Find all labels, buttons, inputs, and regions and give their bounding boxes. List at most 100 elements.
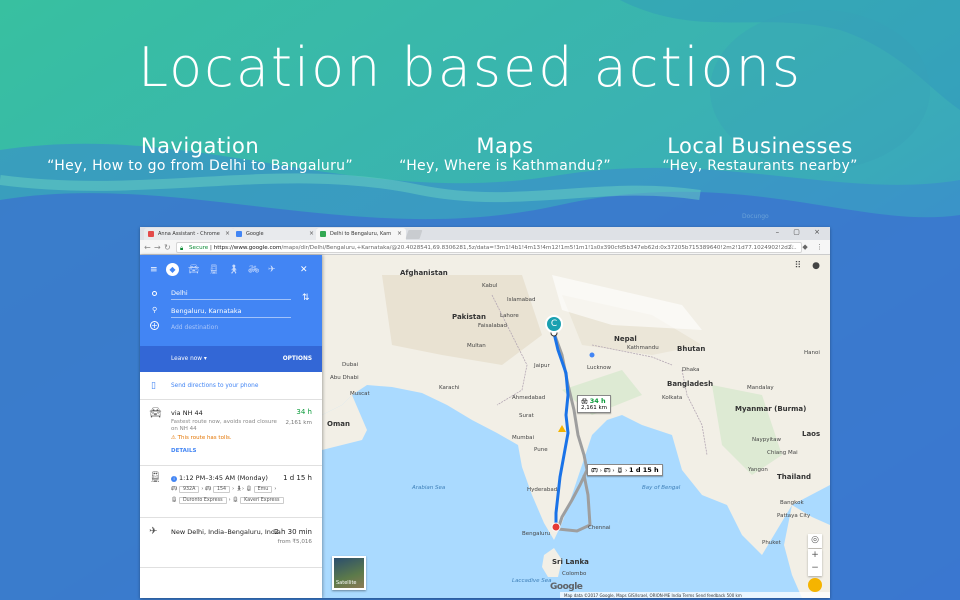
label-city: Multan — [467, 343, 486, 349]
walk-icon[interactable]: 🚶︎ — [228, 265, 239, 275]
new-tab-button[interactable] — [405, 230, 423, 239]
zoom-out-button[interactable]: − — [808, 562, 822, 575]
send-to-phone-link[interactable]: Send directions to your phone — [171, 383, 258, 389]
callout-time: 1 d 15 h — [629, 466, 659, 474]
label-city: Pune — [534, 447, 548, 453]
train-icon: 🚆︎ — [232, 497, 239, 503]
directions-panel: ≡ ◆ 🚘︎ 🚆︎ 🚶︎ 🚲︎ ✈ ✕ Delhi ⚲ Bengaluru, K… — [140, 255, 322, 598]
leave-now-dropdown[interactable]: Leave now ▾ — [171, 356, 207, 362]
add-destination-field[interactable]: Add destination — [171, 324, 218, 331]
label-city: Abu Dhabi — [330, 375, 359, 381]
tab-maps[interactable]: Delhi to Bengaluru, Karn × — [316, 228, 406, 240]
transit-chip: Kaveri Express — [240, 497, 284, 504]
route-note: Fastest route now, avoids road closure o… — [171, 419, 277, 432]
label-afghanistan: Afghanistan — [400, 269, 448, 277]
tab-anna-assistant[interactable]: Anna Assistant - Chrome × — [144, 228, 234, 240]
feature-maps: Maps “Hey, Where is Kathmandu?” — [380, 134, 630, 174]
forward-arrow-icon[interactable]: → — [154, 243, 161, 252]
car-icon[interactable]: 🚘︎ — [188, 265, 199, 275]
tab-bar: Anna Assistant - Chrome × Google × Delhi… — [140, 227, 830, 240]
bus-icon: 🚌︎ — [204, 486, 212, 492]
menu-icon[interactable]: ≡ — [150, 265, 158, 275]
label-myanmar: Myanmar (Burma) — [735, 405, 807, 413]
transit-chip: Duronto Express — [178, 497, 227, 504]
route-name: via NH 44 — [171, 409, 203, 417]
origin-marker[interactable]: C — [545, 315, 563, 333]
map-attribution: Map data ©2017 Google, Maps GIS/Israel, … — [560, 592, 830, 598]
map-toolbar[interactable]: ⠿ ● — [795, 261, 824, 271]
url-path: /maps/dir/Delhi/Bengaluru,+Karnataka/@20… — [281, 245, 797, 251]
route-schedule: 1:12 PM–3:45 AM (Monday) — [179, 474, 268, 482]
bicycle-icon[interactable]: 🚲︎ — [248, 265, 259, 275]
transit-icon[interactable]: 🚆︎ — [208, 265, 219, 275]
route-time: 34 h — [296, 408, 312, 416]
account-icon[interactable]: ● — [812, 261, 824, 271]
label-bhutan: Bhutan — [677, 345, 706, 353]
reload-icon[interactable]: ↻ — [164, 243, 171, 252]
tab-label: Anna Assistant - Chrome — [158, 231, 220, 237]
feature-heading: Local Businesses — [667, 134, 853, 158]
origin-field[interactable]: Delhi — [171, 289, 291, 300]
zoom-in-button[interactable]: + — [808, 549, 822, 562]
label-city: Colombo — [562, 571, 587, 577]
route-train[interactable]: 🚆︎ i 1:12 PM–3:45 AM (Monday) 1 d 15 h 🚌︎… — [140, 466, 322, 518]
route-drive[interactable]: 🚘︎ via NH 44 34 h Fastest route now, avo… — [140, 400, 322, 466]
toolbar-icons[interactable]: ☆ ◆ ⋮ — [788, 243, 826, 251]
close-icon[interactable]: ✕ — [300, 265, 308, 275]
label-pakistan: Pakistan — [452, 313, 486, 321]
satellite-toggle[interactable]: Satellite — [332, 556, 366, 590]
label-city: Naypyitaw — [752, 437, 782, 443]
train-icon: 🚆︎ — [171, 497, 178, 503]
details-link[interactable]: DETAILS — [171, 448, 196, 454]
window-controls[interactable]: – ▢ × — [776, 228, 826, 236]
route-flight[interactable]: ✈ New Delhi, India–Bengaluru, India 2 h … — [140, 518, 322, 568]
label-city: Ahmedabad — [512, 395, 546, 401]
add-destination-icon[interactable]: + — [150, 321, 159, 330]
options-button[interactable]: OPTIONS — [283, 356, 312, 362]
train-icon: 🚆︎ — [245, 486, 252, 492]
zoom-controls[interactable]: + − — [808, 549, 822, 576]
label-city: Hyderabad — [527, 487, 558, 493]
origin-dot-icon — [152, 291, 157, 296]
label-city: Kabul — [482, 283, 498, 289]
send-to-phone-row[interactable]: ▯ Send directions to your phone — [140, 372, 322, 400]
maps-favicon-icon — [320, 231, 326, 237]
label-thailand: Thailand — [777, 473, 811, 481]
label-city: Dubai — [342, 362, 359, 368]
callout-time: 34 h — [589, 397, 606, 405]
swap-icon[interactable]: ⇅ — [302, 293, 310, 303]
flight-icon: ✈ — [149, 526, 158, 537]
feature-local-businesses: Local Businesses “Hey, Restaurants nearb… — [650, 134, 870, 174]
train-icon: 🚆︎ — [149, 472, 162, 483]
tab-close-icon[interactable]: × — [309, 230, 314, 237]
slide-brand: Docungo — [742, 213, 769, 220]
train-route-callout[interactable]: 🚌︎ › 🚌︎ › 🚆︎ › 1 d 15 h — [587, 464, 663, 476]
phone-icon: ▯ — [151, 381, 156, 391]
street-view-pegman-icon[interactable] — [808, 578, 822, 592]
flight-icon[interactable]: ✈ — [268, 265, 276, 275]
google-logo: Google — [550, 582, 583, 592]
url-input[interactable]: 🔒︎ Secure | https://www.google.com/maps/… — [176, 242, 802, 253]
destination-field[interactable]: Bengaluru, Karnataka — [171, 307, 291, 318]
my-location-button[interactable]: ◎ — [808, 534, 822, 548]
apps-grid-icon[interactable]: ⠿ — [795, 261, 806, 271]
feature-query: “Hey, How to go from Delhi to Bangaluru” — [47, 158, 353, 174]
back-arrow-icon[interactable]: ← — [144, 243, 151, 252]
tab-label: Google — [246, 231, 264, 237]
label-city: Chiang Mai — [767, 450, 798, 456]
tab-close-icon[interactable]: × — [225, 230, 230, 237]
label-city: Yangon — [748, 467, 768, 473]
map-canvas[interactable]: Afghanistan Pakistan Nepal Bhutan Bangla… — [322, 255, 830, 598]
label-oman: Oman — [327, 420, 350, 428]
label-bangladesh: Bangladesh — [667, 380, 714, 388]
walk-icon: 🚶︎ — [235, 486, 243, 492]
drive-route-callout[interactable]: 🚘︎ 34 h 2,161 km — [577, 395, 612, 413]
label-city: Karachi — [439, 385, 460, 391]
transit-chip: 154 — [212, 486, 231, 493]
feature-heading: Navigation — [140, 134, 260, 158]
best-route-icon[interactable]: ◆ — [166, 263, 179, 276]
tab-google[interactable]: Google × — [232, 228, 318, 240]
tab-close-icon[interactable]: × — [397, 230, 402, 237]
tab-favicon-icon — [148, 231, 154, 237]
transit-chip: Emu — [253, 486, 273, 493]
